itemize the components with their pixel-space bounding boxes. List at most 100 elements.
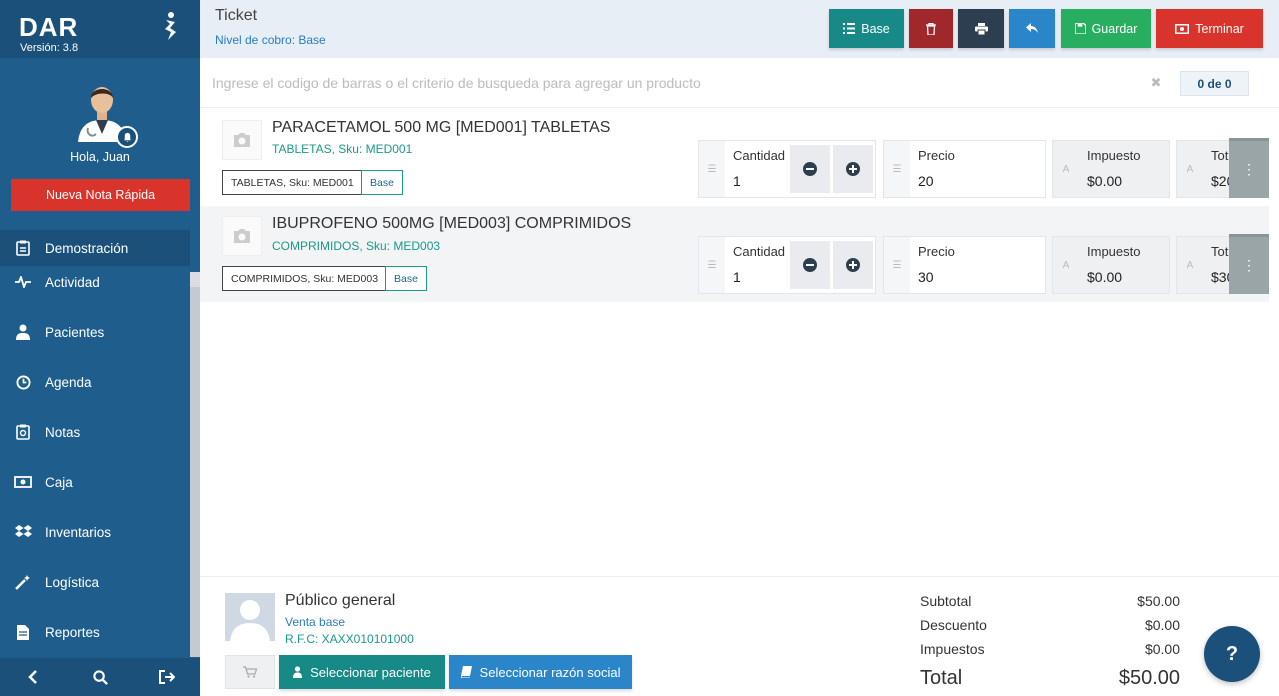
sidebar-item-inventarios[interactable]: Inventarios	[0, 514, 190, 550]
print-button[interactable]	[958, 9, 1004, 48]
list-icon: ☰	[884, 237, 910, 293]
product-search-input[interactable]	[212, 68, 1112, 98]
list-icon: ☰	[699, 141, 725, 197]
increase-quantity-plus-icon[interactable]	[833, 145, 873, 193]
save-button[interactable]: Guardar	[1061, 9, 1151, 48]
decrease-quantity-minus-icon[interactable]	[790, 145, 830, 193]
trash-icon	[926, 22, 936, 35]
app-logo[interactable]: DAR	[19, 12, 78, 43]
tax-value: $0.00	[1087, 269, 1123, 285]
increase-quantity-plus-icon[interactable]	[833, 241, 873, 289]
ticket-line-item: IBUPROFENO 500MG [MED003] COMPRIMIDOS CO…	[200, 206, 1269, 302]
quantity-input[interactable]: 1	[733, 173, 741, 189]
sidebar-footer	[0, 658, 200, 696]
finish-button[interactable]: Terminar	[1156, 9, 1263, 48]
clock-icon	[14, 373, 32, 391]
delete-button[interactable]	[909, 9, 953, 48]
sidebar-item-notas[interactable]: Notas	[0, 414, 190, 450]
sidebar-item-actividad[interactable]: Actividad	[0, 264, 190, 300]
money-icon	[1175, 23, 1190, 34]
list-icon: ☰	[884, 141, 910, 197]
help-button[interactable]: ?	[1204, 626, 1260, 682]
quantity-stepper: ☰ Cantidad 1	[698, 236, 876, 294]
base-button[interactable]: Base	[829, 9, 904, 48]
logout-icon[interactable]	[156, 667, 178, 687]
clear-search-close-icon[interactable]: ✖	[1143, 70, 1169, 96]
search-icon[interactable]	[89, 667, 111, 687]
brand-header: DAR Versión: 3.8	[0, 0, 200, 58]
sidebar-item-label: Agenda	[45, 374, 92, 390]
undo-button[interactable]	[1009, 9, 1055, 48]
product-name: PARACETAMOL 500 MG [MED001] TABLETAS	[272, 119, 611, 136]
select-patient-button[interactable]: Seleccionar paciente	[279, 655, 445, 689]
text-icon: A	[1177, 141, 1203, 197]
quantity-label: Cantidad	[733, 244, 786, 259]
tax-label: Impuesto	[1087, 148, 1141, 163]
reply-icon	[1026, 23, 1038, 33]
price-input[interactable]: 30	[918, 269, 934, 285]
ticket-footer: Público general Venta base R.F.C: XAXX01…	[200, 576, 1279, 696]
print-icon	[974, 22, 988, 35]
sidebar-item-caja[interactable]: Caja	[0, 464, 190, 500]
product-name: IBUPROFENO 500MG [MED003] COMPRIMIDOS	[272, 215, 632, 232]
price-level-tag[interactable]: Base	[385, 266, 427, 291]
result-counter: 0 de 0	[1180, 71, 1249, 96]
customer-avatar	[225, 593, 275, 641]
product-sku: COMPRIMIDOS, Sku: MED003	[272, 239, 441, 253]
discount-value: $0.00	[1144, 617, 1180, 633]
sidebar-item-demostracion[interactable]: Demostración	[0, 230, 190, 266]
grand-total-value: $50.00	[1118, 667, 1180, 689]
more-options-ellipsis-icon[interactable]: ⋮	[1229, 234, 1269, 294]
price-field: ☰ Precio 30	[883, 236, 1046, 294]
select-business-name-button[interactable]: Seleccionar razón social	[449, 655, 632, 689]
sidebar-item-label: Actividad	[45, 274, 100, 290]
quantity-input[interactable]: 1	[733, 269, 741, 285]
quick-note-button[interactable]: Nueva Nota Rápida	[11, 179, 190, 211]
price-input[interactable]: 20	[918, 173, 934, 189]
subtotal-label: Subtotal	[920, 593, 972, 609]
file-icon	[14, 623, 32, 641]
text-icon: A	[1053, 141, 1079, 197]
product-sku: TABLETAS, Sku: MED001	[272, 142, 413, 156]
price-field: ☰ Precio 20	[883, 140, 1046, 198]
collapse-sidebar-chevron-left-icon[interactable]	[22, 667, 44, 687]
tax-label: Impuesto	[1087, 244, 1141, 259]
sidebar-item-agenda[interactable]: Agenda	[0, 364, 190, 400]
customer-sale-type[interactable]: Venta base	[285, 615, 345, 629]
grand-total-label: Total	[920, 667, 963, 689]
product-presentation-tag[interactable]: TABLETAS, Sku: MED001	[222, 170, 363, 195]
sidebar: DAR Versión: 3.8 Hola, Juan Nueva Nota R…	[0, 0, 200, 696]
book-icon	[460, 666, 472, 678]
tax-value: $0.00	[1087, 173, 1123, 189]
greeting-text: Hola, Juan	[70, 150, 130, 164]
ticket-line-item: PARACETAMOL 500 MG [MED001] TABLETAS TAB…	[200, 110, 1269, 206]
sidebar-item-label: Reportes	[45, 624, 100, 640]
quantity-stepper: ☰ Cantidad 1	[698, 140, 876, 198]
product-presentation-tag[interactable]: COMPRIMIDOS, Sku: MED003	[222, 266, 388, 291]
money-icon	[14, 473, 32, 491]
base-button-label: Base	[861, 21, 890, 36]
sidebar-item-label: Notas	[45, 424, 81, 440]
notes-icon	[14, 423, 32, 441]
sidebar-scroll-thumb[interactable]	[190, 287, 200, 657]
user-icon	[293, 666, 303, 678]
customer-rfc: R.F.C: XAXX010101000	[285, 632, 414, 646]
sidebar-item-pacientes[interactable]: Pacientes	[0, 314, 190, 350]
cart-icon[interactable]	[225, 655, 275, 689]
price-level-tag[interactable]: Base	[361, 170, 403, 195]
sidebar-item-logistica[interactable]: Logística	[0, 564, 190, 600]
billing-level[interactable]: Nivel de cobro: Base	[215, 33, 326, 47]
text-icon: A	[1177, 237, 1203, 293]
select-business-name-label: Seleccionar razón social	[479, 664, 621, 680]
floppy-icon	[1074, 23, 1086, 34]
page-title: Ticket	[215, 7, 258, 24]
more-options-ellipsis-icon[interactable]: ⋮	[1229, 138, 1269, 198]
select-patient-label: Seleccionar paciente	[310, 664, 431, 680]
ticket-header: Ticket Nivel de cobro: Base Base Guardar…	[200, 0, 1279, 58]
decrease-quantity-minus-icon[interactable]	[790, 241, 830, 289]
brand-mark-icon	[165, 12, 176, 40]
sidebar-item-reportes[interactable]: Reportes	[0, 614, 190, 650]
notification-bell-icon[interactable]	[116, 126, 138, 148]
finish-button-label: Terminar	[1195, 21, 1244, 36]
sidebar-item-label: Demostración	[45, 240, 129, 256]
